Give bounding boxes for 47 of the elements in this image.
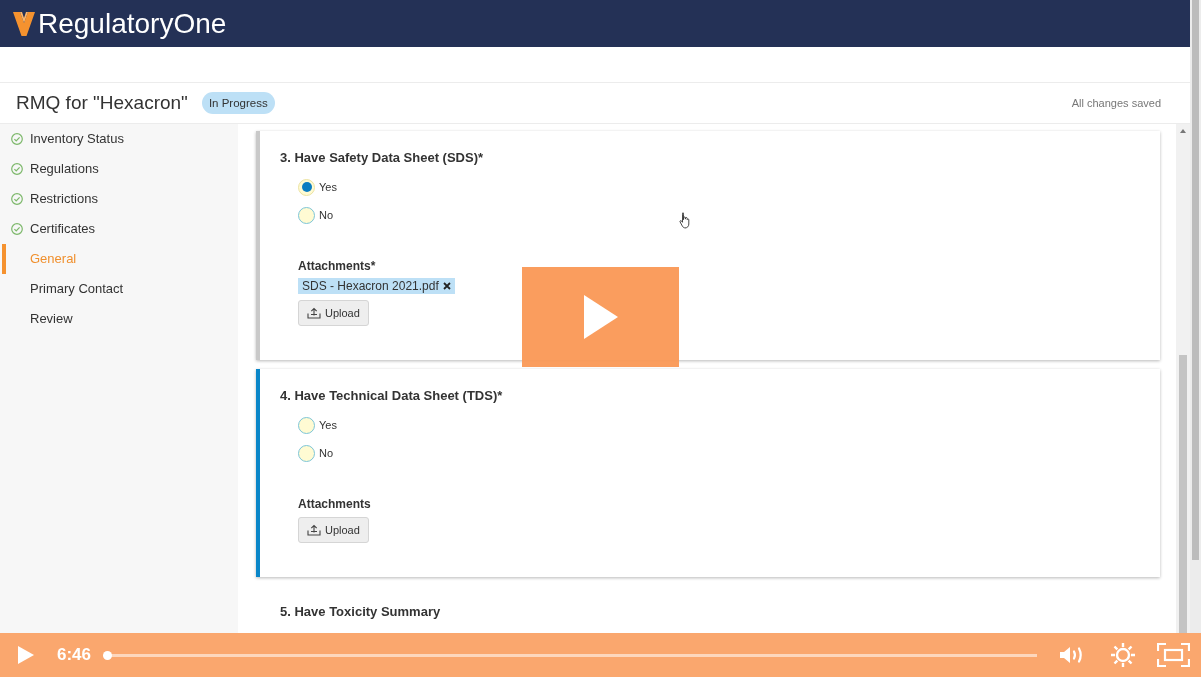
check-circle-icon [11, 223, 23, 235]
attachments-label: Attachments [298, 496, 371, 512]
sidebar-item[interactable]: Review [2, 304, 238, 334]
page-title: RMQ for "Hexacron" [16, 90, 188, 115]
fullscreen-icon[interactable] [1157, 643, 1191, 667]
status-badge: In Progress [201, 92, 275, 114]
question-title: 3. Have Safety Data Sheet (SDS)* [280, 149, 484, 167]
radio-label: Yes [319, 180, 337, 194]
scroll-up-arrow-icon[interactable] [1180, 129, 1186, 133]
page-scrollbar-thumb[interactable] [1192, 0, 1199, 560]
page-scrollbar-track[interactable] [1190, 0, 1201, 633]
sidebar-item[interactable]: Primary Contact [2, 274, 238, 304]
play-icon [583, 295, 618, 339]
logo-icon [13, 11, 35, 36]
check-circle-icon [11, 193, 23, 205]
scrollbar-track[interactable] [1176, 124, 1190, 633]
radio-button[interactable] [298, 178, 315, 196]
radio-label: Yes [319, 418, 337, 432]
radio-label: No [319, 446, 334, 460]
upload-icon [307, 307, 321, 319]
save-status-text: All changes saved [1071, 95, 1161, 111]
check-circle-icon [11, 163, 23, 175]
upload-button[interactable]: Upload [298, 300, 369, 326]
radio-label: No [319, 208, 334, 222]
question-title: 4. Have Technical Data Sheet (TDS)* [280, 387, 503, 405]
video-play-overlay-button[interactable] [522, 267, 679, 367]
sidebar-item[interactable]: Certificates [2, 214, 238, 244]
play-icon[interactable] [18, 646, 34, 664]
upload-icon [307, 524, 321, 536]
radio-button[interactable] [298, 206, 315, 224]
attachments-label: Attachments* [298, 258, 376, 274]
progress-handle[interactable] [103, 650, 113, 660]
settings-icon[interactable] [1111, 643, 1136, 667]
radio-button[interactable] [298, 416, 315, 434]
scrollbar-thumb[interactable] [1179, 355, 1187, 633]
upload-button[interactable]: Upload [298, 517, 369, 543]
hand-pointer-icon [679, 212, 691, 229]
sidebar-item[interactable]: Regulations [2, 154, 238, 184]
question-title: 5. Have Toxicity Summary [280, 603, 441, 621]
playback-time: 6:46 [57, 645, 92, 665]
check-circle-icon [11, 133, 23, 145]
brand-name: RegulatoryOne [38, 9, 227, 38]
sidebar-item[interactable]: Inventory Status [2, 124, 238, 154]
sidebar-item[interactable]: Restrictions [2, 184, 238, 214]
attachment-file-name: SDS - Hexacron 2021.pdf [302, 278, 439, 294]
remove-icon[interactable] [442, 282, 451, 290]
radio-button[interactable] [298, 444, 315, 462]
